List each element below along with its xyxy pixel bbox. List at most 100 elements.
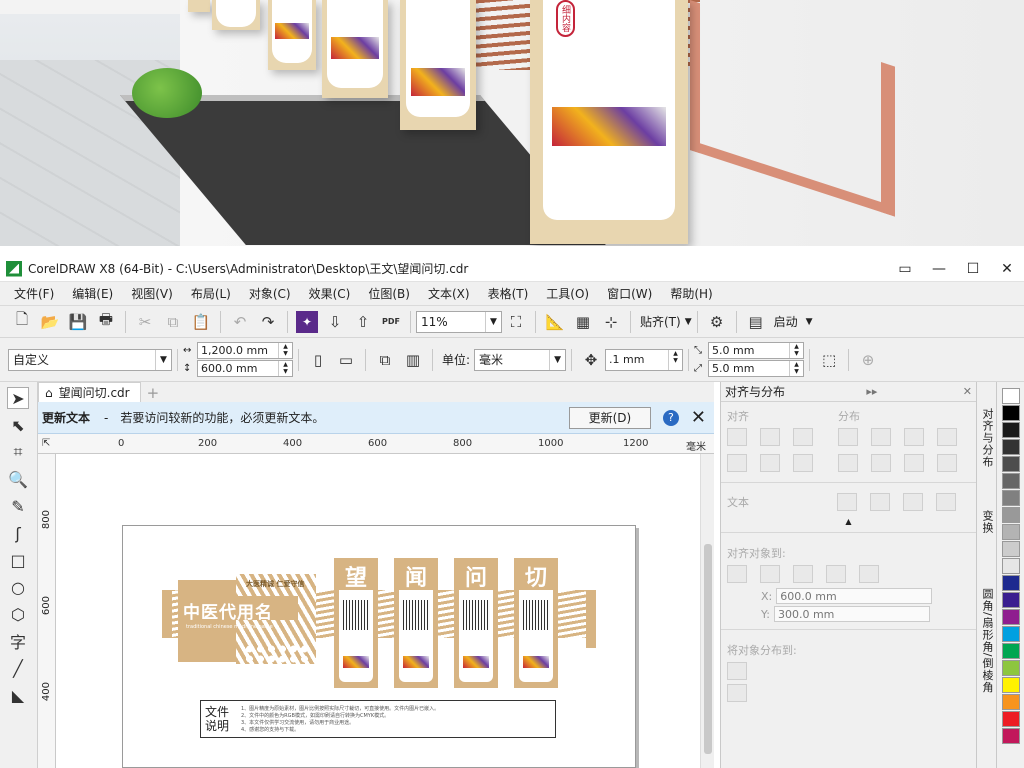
vertical-ruler[interactable]: 800 600 400 <box>38 454 56 768</box>
align-center-v-icon[interactable] <box>760 454 780 472</box>
docker-expand-icon[interactable]: ▸▸ <box>866 385 877 398</box>
color-swatch[interactable] <box>1002 456 1020 472</box>
show-guidelines-icon[interactable]: ⊹ <box>600 311 622 333</box>
duplicate-x-field[interactable]: 5.0 mm ▲ ▼ <box>708 342 805 359</box>
menu-text[interactable]: 文本(X) <box>428 285 470 302</box>
spinner[interactable]: ▲ ▼ <box>278 361 292 376</box>
distribute-middle-icon[interactable] <box>871 454 891 472</box>
rectangle-tool-icon[interactable]: □ <box>7 549 29 571</box>
color-swatch[interactable] <box>1002 541 1020 557</box>
text-bounding-box-icon[interactable] <box>903 493 923 511</box>
align-top-icon[interactable] <box>727 454 747 472</box>
print-icon[interactable]: 🖶 <box>95 310 117 333</box>
distribute-left-icon[interactable] <box>838 428 858 446</box>
align-to-point-icon[interactable] <box>859 565 879 583</box>
text-outline-icon[interactable] <box>936 493 956 511</box>
snap-to-menu[interactable]: 贴齐(T) <box>640 313 681 330</box>
text-last-baseline-icon[interactable] <box>870 493 890 511</box>
align-to-page-center-icon[interactable] <box>793 565 813 583</box>
horizontal-ruler[interactable]: ⇱ 0 200 400 600 800 1000 1200 毫米 <box>38 434 714 454</box>
paper-preset-select[interactable]: 自定义 ▼ <box>8 348 172 371</box>
color-swatch[interactable] <box>1002 490 1020 506</box>
color-swatch[interactable] <box>1002 422 1020 438</box>
color-swatch[interactable] <box>1002 728 1020 744</box>
pick-tool-icon[interactable]: ➤ <box>7 387 29 409</box>
x-position-field[interactable]: 600.0 mm <box>776 588 933 604</box>
landscape-icon[interactable]: ▭ <box>335 349 357 371</box>
export-icon[interactable]: ⇧ <box>352 311 374 333</box>
ellipse-tool-icon[interactable]: ○ <box>7 576 29 598</box>
portrait-icon[interactable]: ▯ <box>307 349 329 371</box>
color-swatch[interactable] <box>1002 439 1020 455</box>
menu-object[interactable]: 对象(C) <box>249 285 291 302</box>
menu-tools[interactable]: 工具(O) <box>546 285 589 302</box>
distribute-center-icon[interactable] <box>871 428 891 446</box>
color-swatch[interactable] <box>1002 592 1020 608</box>
align-center-h-icon[interactable] <box>760 428 780 446</box>
menu-edit[interactable]: 编辑(E) <box>72 285 113 302</box>
color-swatch[interactable] <box>1002 507 1020 523</box>
docker-close-icon[interactable]: ✕ <box>963 385 972 398</box>
restore-app-icon[interactable]: ▭ <box>888 261 922 277</box>
distribute-spacing-icon[interactable] <box>904 428 924 446</box>
align-left-icon[interactable] <box>727 428 747 446</box>
collapse-triangle-icon[interactable]: ▲ <box>721 517 976 526</box>
color-swatch[interactable] <box>1002 575 1020 591</box>
tab-align-distribute[interactable]: 对齐与分布 <box>979 408 995 468</box>
show-rulers-icon[interactable]: 📐 <box>544 311 566 333</box>
menu-file[interactable]: 文件(F) <box>14 285 54 302</box>
connector-tool-icon[interactable]: ╱ <box>7 657 29 679</box>
duplicate-y-field[interactable]: 5.0 mm ▲ ▼ <box>708 360 805 377</box>
spinner[interactable]: ▲ ▼ <box>668 349 682 370</box>
align-bottom-icon[interactable] <box>793 454 813 472</box>
align-right-icon[interactable] <box>793 428 813 446</box>
page-width-field[interactable]: 1,200.0 mm ▲ ▼ <box>197 342 293 359</box>
text-first-baseline-icon[interactable] <box>837 493 857 511</box>
color-swatch[interactable] <box>1002 660 1020 676</box>
crop-tool-icon[interactable]: ⌗ <box>7 441 29 463</box>
ruler-origin-icon[interactable]: ⇱ <box>42 438 50 449</box>
tab-document[interactable]: ⌂ 望闻问切.cdr <box>38 382 141 402</box>
new-tab-plus-icon[interactable]: + <box>147 384 160 402</box>
search-content-icon[interactable]: ✦ <box>296 310 318 333</box>
color-swatch[interactable] <box>1002 558 1020 574</box>
tab-transform[interactable]: 变换 <box>979 510 995 534</box>
units-select[interactable]: 毫米 ▼ <box>474 348 567 371</box>
publish-pdf-icon[interactable]: PDF <box>380 311 402 333</box>
text-tool-icon[interactable]: 字 <box>7 630 29 652</box>
current-page-icon[interactable]: ▥ <box>402 349 424 371</box>
close-icon[interactable]: ✕ <box>691 407 706 428</box>
home-icon[interactable]: ⌂ <box>45 386 53 400</box>
zoom-tool-icon[interactable]: 🔍 <box>7 468 29 490</box>
align-to-active-icon[interactable] <box>727 565 747 583</box>
menu-view[interactable]: 视图(V) <box>131 285 173 302</box>
page-height-field[interactable]: 600.0 mm ▲ ▼ <box>197 360 293 377</box>
distribute-top-icon[interactable] <box>838 454 858 472</box>
color-swatch[interactable] <box>1002 388 1020 404</box>
distribute-to-page-icon[interactable] <box>727 684 747 702</box>
shape-tool-icon[interactable]: ⬉ <box>7 414 29 436</box>
menu-bitmaps[interactable]: 位图(B) <box>368 285 410 302</box>
menu-layout[interactable]: 布局(L) <box>191 285 231 302</box>
distribute-bottom-icon[interactable] <box>937 454 957 472</box>
help-icon[interactable]: ? <box>662 409 679 426</box>
color-swatch[interactable] <box>1002 524 1020 540</box>
copy-icon[interactable]: ⧉ <box>162 311 184 333</box>
spinner[interactable]: ▲ ▼ <box>789 343 803 358</box>
spinner[interactable]: ▲ ▼ <box>278 343 292 358</box>
close-button[interactable]: ✕ <box>990 261 1024 277</box>
menu-effects[interactable]: 效果(C) <box>309 285 351 302</box>
color-swatch[interactable] <box>1002 473 1020 489</box>
treat-as-filled-icon[interactable]: ⬚ <box>818 349 840 371</box>
color-swatch[interactable] <box>1002 677 1020 693</box>
minimize-button[interactable]: — <box>922 261 956 277</box>
color-swatch[interactable] <box>1002 609 1020 625</box>
scrollbar-thumb[interactable] <box>704 544 712 754</box>
save-icon[interactable]: 💾 <box>67 311 89 333</box>
menu-help[interactable]: 帮助(H) <box>670 285 712 302</box>
color-swatch[interactable] <box>1002 643 1020 659</box>
artistic-media-icon[interactable]: ʃ <box>7 522 29 544</box>
redo-icon[interactable]: ↷ <box>257 311 279 333</box>
color-swatch[interactable] <box>1002 405 1020 421</box>
open-folder-icon[interactable]: 📂 <box>39 311 61 333</box>
